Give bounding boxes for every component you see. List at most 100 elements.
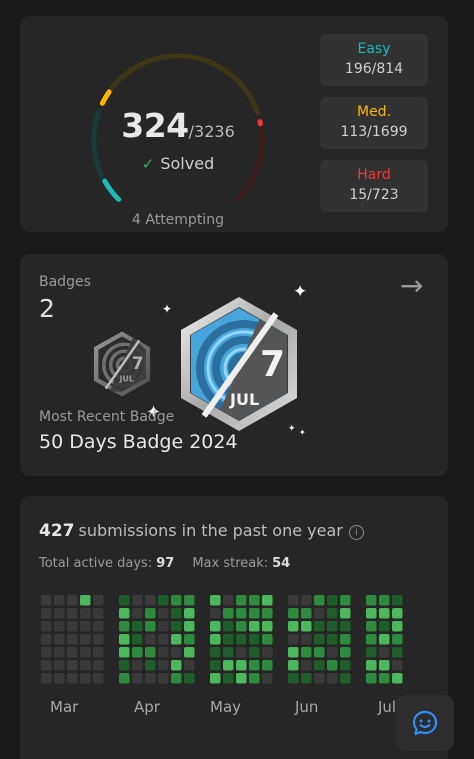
heatmap-day-cell[interactable] — [236, 608, 247, 619]
heatmap-day-cell[interactable] — [262, 608, 273, 619]
heatmap-day-cell[interactable] — [366, 660, 377, 671]
heatmap-day-cell[interactable] — [392, 595, 403, 606]
heatmap-day-cell[interactable] — [184, 621, 195, 632]
heatmap-day-cell[interactable] — [210, 660, 221, 671]
heatmap-day-cell[interactable] — [223, 608, 234, 619]
heatmap-day-cell[interactable] — [132, 621, 143, 632]
heatmap-day-cell[interactable] — [236, 647, 247, 658]
heatmap-day-cell[interactable] — [54, 634, 65, 645]
heatmap-day-cell[interactable] — [41, 608, 52, 619]
heatmap-day-cell[interactable] — [379, 634, 390, 645]
heatmap-day-cell[interactable] — [67, 647, 78, 658]
heatmap-day-cell[interactable] — [249, 647, 260, 658]
heatmap-day-cell[interactable] — [210, 621, 221, 632]
heatmap-day-cell[interactable] — [171, 660, 182, 671]
heatmap-day-cell[interactable] — [145, 647, 156, 658]
heatmap-day-cell[interactable] — [236, 621, 247, 632]
heatmap-day-cell[interactable] — [366, 647, 377, 658]
heatmap-day-cell[interactable] — [301, 647, 312, 658]
heatmap-day-cell[interactable] — [145, 673, 156, 684]
heatmap-day-cell[interactable] — [223, 634, 234, 645]
heatmap-day-cell[interactable] — [223, 621, 234, 632]
heatmap-day-cell[interactable] — [93, 595, 104, 606]
heatmap-day-cell[interactable] — [54, 660, 65, 671]
heatmap-day-cell[interactable] — [301, 634, 312, 645]
heatmap-day-cell[interactable] — [340, 634, 351, 645]
heatmap-day-cell[interactable] — [210, 673, 221, 684]
heatmap-day-cell[interactable] — [392, 621, 403, 632]
heatmap-day-cell[interactable] — [236, 660, 247, 671]
heatmap-day-cell[interactable] — [145, 621, 156, 632]
heatmap-day-cell[interactable] — [93, 621, 104, 632]
heatmap-day-cell[interactable] — [54, 595, 65, 606]
heatmap-day-cell[interactable] — [379, 673, 390, 684]
heatmap-day-cell[interactable] — [340, 608, 351, 619]
heatmap-day-cell[interactable] — [210, 595, 221, 606]
heatmap-day-cell[interactable] — [340, 660, 351, 671]
heatmap-day-cell[interactable] — [392, 634, 403, 645]
heatmap-day-cell[interactable] — [171, 634, 182, 645]
heatmap-day-cell[interactable] — [288, 608, 299, 619]
heatmap-day-cell[interactable] — [54, 621, 65, 632]
heatmap-day-cell[interactable] — [184, 634, 195, 645]
heatmap-day-cell[interactable] — [314, 647, 325, 658]
heatmap-day-cell[interactable] — [223, 595, 234, 606]
heatmap-day-cell[interactable] — [184, 660, 195, 671]
heatmap-day-cell[interactable] — [236, 673, 247, 684]
heatmap-day-cell[interactable] — [301, 621, 312, 632]
heatmap-day-cell[interactable] — [223, 660, 234, 671]
heatmap-day-cell[interactable] — [379, 621, 390, 632]
heatmap-day-cell[interactable] — [80, 608, 91, 619]
heatmap-day-cell[interactable] — [366, 621, 377, 632]
heatmap-day-cell[interactable] — [327, 595, 338, 606]
heatmap-day-cell[interactable] — [392, 660, 403, 671]
heatmap-day-cell[interactable] — [158, 660, 169, 671]
heatmap-day-cell[interactable] — [262, 647, 273, 658]
heatmap-day-cell[interactable] — [288, 595, 299, 606]
heatmap-day-cell[interactable] — [340, 595, 351, 606]
difficulty-hard[interactable]: Hard 15/723 — [320, 160, 428, 212]
heatmap-day-cell[interactable] — [119, 608, 130, 619]
heatmap-day-cell[interactable] — [249, 673, 260, 684]
difficulty-medium[interactable]: Med. 113/1699 — [320, 97, 428, 149]
heatmap-day-cell[interactable] — [223, 673, 234, 684]
heatmap-day-cell[interactable] — [54, 608, 65, 619]
heatmap-day-cell[interactable] — [327, 673, 338, 684]
heatmap-day-cell[interactable] — [80, 634, 91, 645]
heatmap-day-cell[interactable] — [249, 608, 260, 619]
heatmap-day-cell[interactable] — [314, 673, 325, 684]
heatmap-day-cell[interactable] — [314, 608, 325, 619]
heatmap-day-cell[interactable] — [132, 673, 143, 684]
heatmap-day-cell[interactable] — [392, 608, 403, 619]
heatmap-day-cell[interactable] — [288, 647, 299, 658]
heatmap-day-cell[interactable] — [301, 595, 312, 606]
heatmap-day-cell[interactable] — [145, 595, 156, 606]
badges-card[interactable]: Badges 2 → 7 JUL 7 JUL ✦ ✦ ✦ ✦ ✦ Most Re… — [20, 254, 448, 476]
heatmap-day-cell[interactable] — [184, 595, 195, 606]
heatmap-day-cell[interactable] — [379, 660, 390, 671]
heatmap-day-cell[interactable] — [249, 660, 260, 671]
heatmap-day-cell[interactable] — [132, 634, 143, 645]
heatmap-day-cell[interactable] — [262, 621, 273, 632]
heatmap-day-cell[interactable] — [41, 660, 52, 671]
heatmap-day-cell[interactable] — [41, 621, 52, 632]
heatmap-day-cell[interactable] — [119, 621, 130, 632]
badge-featured-icon[interactable]: 7 JUL — [174, 294, 304, 434]
heatmap-day-cell[interactable] — [67, 660, 78, 671]
heatmap-day-cell[interactable] — [80, 595, 91, 606]
heatmap-day-cell[interactable] — [288, 621, 299, 632]
heatmap-day-cell[interactable] — [249, 621, 260, 632]
heatmap-day-cell[interactable] — [249, 634, 260, 645]
heatmap-day-cell[interactable] — [327, 647, 338, 658]
heatmap-day-cell[interactable] — [171, 621, 182, 632]
heatmap-day-cell[interactable] — [158, 621, 169, 632]
heatmap-day-cell[interactable] — [236, 595, 247, 606]
heatmap-day-cell[interactable] — [210, 608, 221, 619]
difficulty-easy[interactable]: Easy 196/814 — [320, 34, 428, 86]
heatmap-day-cell[interactable] — [80, 621, 91, 632]
heatmap-day-cell[interactable] — [119, 673, 130, 684]
heatmap-day-cell[interactable] — [236, 634, 247, 645]
heatmap-day-cell[interactable] — [158, 634, 169, 645]
heatmap-day-cell[interactable] — [67, 608, 78, 619]
heatmap-day-cell[interactable] — [340, 621, 351, 632]
